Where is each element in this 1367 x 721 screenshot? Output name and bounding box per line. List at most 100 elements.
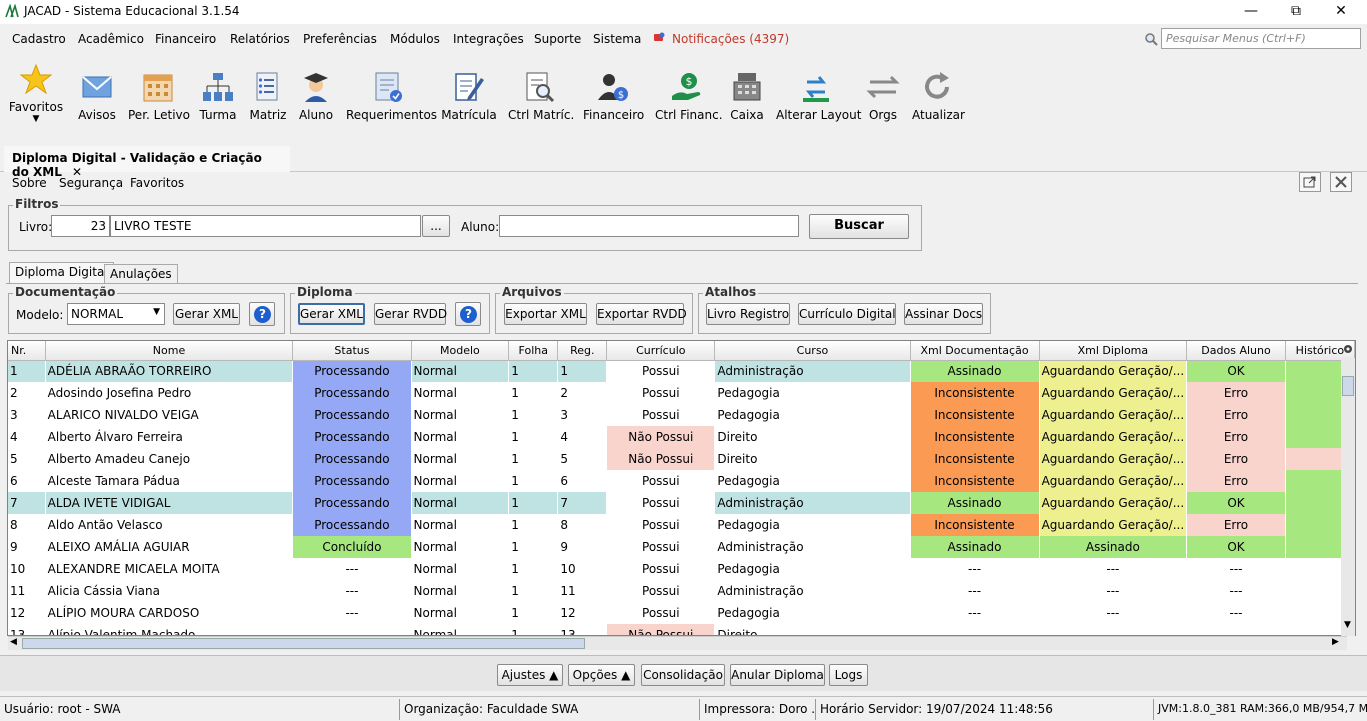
column-header-status[interactable]: Status (292, 341, 412, 361)
cell-nr[interactable]: 11 (8, 580, 46, 602)
cell-curriculo[interactable]: Possui (606, 470, 716, 492)
cell-curso[interactable]: Pedagogia (714, 558, 911, 580)
notifications-link[interactable]: Notificações (4397) (672, 32, 789, 46)
cell-curso[interactable]: Administração (714, 580, 911, 602)
table-row[interactable]: 3 ALARICO NIVALDO VEIGA Processando Normal 1… (8, 404, 1355, 426)
cell-curso[interactable]: Direito (714, 624, 911, 635)
cell-curriculo[interactable]: Possui (606, 514, 716, 536)
column-header-xml-diploma[interactable]: Xml Diploma (1039, 341, 1188, 361)
toolbar-aluno[interactable]: Aluno (298, 70, 334, 122)
cell-nr[interactable]: 6 (8, 470, 46, 492)
cell-reg[interactable]: 6 (557, 470, 608, 492)
table-row[interactable]: 11 Alicia Cássia Viana --- Normal 1 11 Possui A… (8, 580, 1355, 602)
menu-integracoes[interactable]: Integrações (453, 32, 524, 46)
cell-status[interactable]: Processando (292, 470, 412, 492)
cell-reg[interactable]: 11 (557, 580, 608, 602)
gerar-xml-documentacao-button[interactable]: Gerar XML (173, 303, 240, 325)
consolidacao-button[interactable]: Consolidação (641, 664, 725, 686)
maximize-button[interactable]: ⧉ (1273, 0, 1319, 24)
cell-modelo[interactable]: Normal (411, 514, 510, 536)
table-row[interactable]: 12 ALÍPIO MOURA CARDOSO --- Normal 1 12 Possui… (8, 602, 1355, 624)
cell-reg[interactable]: 10 (557, 558, 608, 580)
table-row[interactable]: 4 Alberto Álvaro Ferreira Processando Norma… (8, 426, 1355, 448)
toolbar-atualizar[interactable]: Atualizar (912, 70, 965, 122)
curriculo-digital-button[interactable]: Currículo Digital (798, 303, 896, 325)
column-header-nome[interactable]: Nome (45, 341, 294, 361)
cell-dados-aluno[interactable]: Erro (1186, 514, 1286, 536)
cell-modelo[interactable]: Normal (411, 580, 510, 602)
cell-nome[interactable]: Alberto Amadeu Canejo (45, 448, 294, 470)
cell-dados-aluno[interactable]: OK (1186, 536, 1286, 558)
horizontal-scrollbar[interactable]: ◀ ▶ (8, 636, 1347, 650)
cell-reg[interactable]: 2 (557, 382, 608, 404)
scroll-right-icon[interactable]: ▶ (1332, 637, 1339, 647)
toolbar-ctrl-matric[interactable]: Ctrl Matríc. (508, 70, 574, 122)
cell-nr[interactable]: 7 (8, 492, 46, 514)
cell-xml-documentacao[interactable]: Inconsistente (910, 382, 1040, 404)
opcoes-button[interactable]: Opções ▲ (568, 664, 635, 686)
cell-nr[interactable]: 1 (8, 360, 46, 382)
cell-folha[interactable]: 1 (508, 558, 559, 580)
cell-modelo[interactable]: Normal (411, 448, 510, 470)
cell-nome[interactable]: ALDA IVETE VIDIGAL (45, 492, 294, 514)
cell-xml-documentacao[interactable]: Inconsistente (910, 470, 1040, 492)
cell-folha[interactable]: 1 (508, 580, 559, 602)
cell-xml-documentacao[interactable]: Inconsistente (910, 448, 1040, 470)
cell-curso[interactable]: Pedagogia (714, 602, 911, 624)
table-row[interactable]: 1 ADÉLIA ABRAÃO TORREIRO Processando Normal… (8, 360, 1355, 382)
cell-nr[interactable]: 10 (8, 558, 46, 580)
cell-dados-aluno[interactable]: Erro (1186, 382, 1286, 404)
gerar-xml-diploma-button[interactable]: Gerar XML (298, 303, 365, 325)
cell-status[interactable]: Processando (292, 360, 412, 382)
column-header-curso[interactable]: Curso (714, 341, 911, 361)
cell-xml-documentacao[interactable]: Assinado (910, 536, 1040, 558)
column-header-dados-aluno[interactable]: Dados Aluno (1186, 341, 1286, 361)
column-header-xml-documentacao[interactable]: Xml Documentação (910, 341, 1040, 361)
cell-dados-aluno[interactable]: Erro (1186, 426, 1286, 448)
scroll-down-icon[interactable]: ▼ (1344, 620, 1351, 630)
cell-nome[interactable]: ALEXANDRE MICAELA MOITA (45, 558, 294, 580)
cell-xml-diploma[interactable]: --- (1039, 558, 1188, 580)
cell-xml-documentacao[interactable]: Assinado (910, 492, 1040, 514)
cell-curso[interactable]: Pedagogia (714, 470, 911, 492)
anular-diploma-button[interactable]: Anular Diploma (730, 664, 825, 686)
table-row[interactable]: 9 ALEIXO AMÁLIA AGUIAR Concluído Normal 1 9 Po… (8, 536, 1355, 558)
cell-modelo[interactable]: Normal (411, 404, 510, 426)
cell-reg[interactable]: 7 (557, 492, 608, 514)
minimize-button[interactable]: — (1228, 0, 1274, 24)
cell-status[interactable]: --- (292, 580, 412, 602)
cell-nome[interactable]: ALÍPIO MOURA CARDOSO (45, 602, 294, 624)
toolbar-alterar-layout[interactable]: Alterar Layout (776, 70, 861, 122)
cell-nome[interactable]: Alicia Cássia Viana (45, 580, 294, 602)
cell-curso[interactable]: Administração (714, 360, 911, 382)
column-header-modelo[interactable]: Modelo (411, 341, 510, 361)
cell-curso[interactable]: Administração (714, 536, 911, 558)
cell-dados-aluno[interactable]: OK (1186, 360, 1286, 382)
modelo-select[interactable]: NORMAL ▼ (67, 303, 165, 325)
exportar-rvdd-button[interactable]: Exportar RVDD (596, 303, 687, 325)
cell-nome[interactable]: Alberto Álvaro Ferreira (45, 426, 294, 448)
cell-modelo[interactable]: Normal (411, 602, 510, 624)
cell-nr[interactable]: 12 (8, 602, 46, 624)
buscar-button[interactable]: Buscar (809, 214, 909, 239)
cell-modelo[interactable]: Normal (411, 536, 510, 558)
cell-modelo[interactable]: Normal (411, 382, 510, 404)
tab-diploma-digital[interactable]: Diploma Digital (9, 262, 114, 284)
assinar-docs-button[interactable]: Assinar Docs (904, 303, 983, 325)
cell-dados-aluno[interactable]: --- (1186, 602, 1286, 624)
column-header-folha[interactable]: Folha (508, 341, 559, 361)
cell-dados-aluno[interactable]: Erro (1186, 404, 1286, 426)
toolbar-requerimentos[interactable]: Requerimentos (346, 70, 437, 122)
cell-nome[interactable]: ADÉLIA ABRAÃO TORREIRO (45, 360, 294, 382)
cell-curriculo[interactable]: Possui (606, 580, 716, 602)
table-row[interactable]: 8 Aldo Antão Velasco Processando Normal 1 8 Po… (8, 514, 1355, 536)
cell-nome[interactable]: Adosindo Josefina Pedro (45, 382, 294, 404)
cell-nome[interactable]: Aldo Antão Velasco (45, 514, 294, 536)
cell-dados-aluno[interactable]: Erro (1186, 470, 1286, 492)
cell-nr[interactable]: 2 (8, 382, 46, 404)
menu-sistema[interactable]: Sistema (593, 32, 641, 46)
cell-curso[interactable]: Direito (714, 448, 911, 470)
menu-suporte[interactable]: Suporte (534, 32, 581, 46)
cell-folha[interactable]: 1 (508, 426, 559, 448)
livro-number-field[interactable]: 23 (51, 215, 110, 237)
